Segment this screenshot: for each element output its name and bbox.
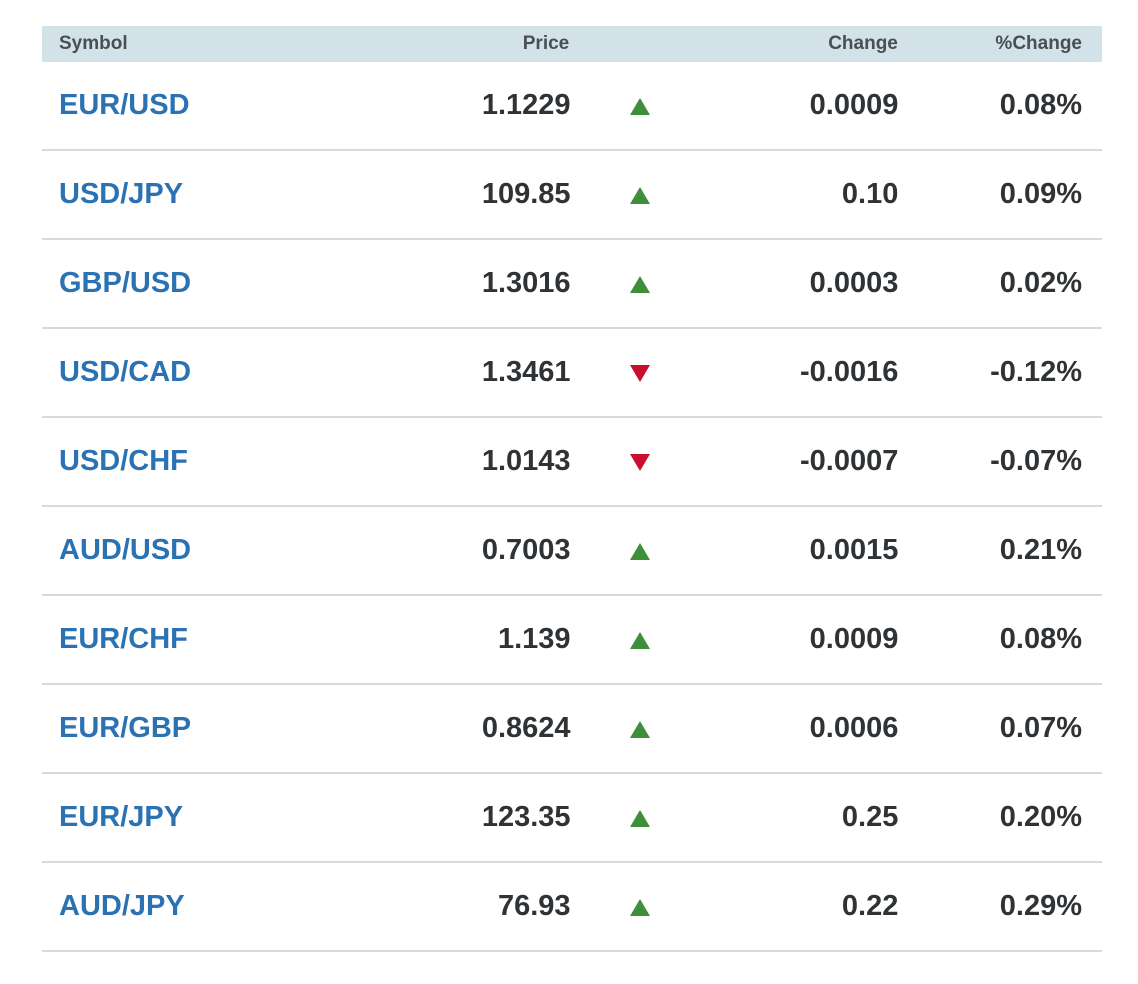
- triangle-up-icon: [629, 631, 650, 649]
- table-row: EUR/JPY 123.35 0.25 0.20%: [42, 774, 1102, 863]
- change-value: 0.0003: [809, 267, 899, 299]
- triangle-up-icon: [629, 542, 650, 560]
- header-symbol: Symbol: [59, 33, 128, 54]
- symbol-link[interactable]: EUR/GBP: [59, 712, 191, 744]
- table-row: EUR/GBP 0.8624 0.0006 0.07%: [42, 685, 1102, 774]
- table-row: USD/CAD 1.3461 -0.0016 -0.12%: [42, 329, 1102, 418]
- table-row: USD/CHF 1.0143 -0.0007 -0.07%: [42, 418, 1102, 507]
- change-value: 0.25: [841, 801, 899, 833]
- header-price: Price: [522, 33, 570, 54]
- change-value: 0.10: [841, 178, 899, 210]
- triangle-up-icon: [629, 898, 650, 916]
- table-row: AUD/JPY 76.93 0.22 0.29%: [42, 863, 1102, 952]
- triangle-up-icon: [629, 97, 650, 115]
- table-header: Symbol Price Change %Change: [42, 26, 1102, 62]
- change-value: 0.22: [841, 890, 899, 922]
- change-value: -0.0016: [800, 356, 899, 388]
- change-value: 0.0015: [809, 534, 899, 566]
- symbol-link[interactable]: USD/JPY: [59, 178, 183, 210]
- price-value: 123.35: [481, 801, 571, 833]
- price-value: 1.139: [497, 623, 571, 655]
- currency-quote-table: Symbol Price Change %Change EUR/USD 1.12…: [42, 26, 1102, 952]
- header-pct-change: %Change: [995, 33, 1082, 54]
- triangle-down-icon: [629, 453, 650, 471]
- header-change: Change: [828, 33, 898, 54]
- pct-change-value: -0.07%: [990, 445, 1083, 477]
- change-value: 0.0009: [809, 89, 899, 121]
- change-value: -0.0007: [800, 445, 899, 477]
- price-value: 109.85: [481, 178, 571, 210]
- triangle-down-icon: [629, 364, 650, 382]
- symbol-link[interactable]: AUD/USD: [59, 534, 191, 566]
- triangle-up-icon: [629, 720, 650, 738]
- price-value: 1.3461: [481, 356, 571, 388]
- pct-change-value: 0.20%: [999, 801, 1083, 833]
- table-row: USD/JPY 109.85 0.10 0.09%: [42, 151, 1102, 240]
- change-value: 0.0009: [809, 623, 899, 655]
- triangle-up-icon: [629, 186, 650, 204]
- price-value: 1.1229: [481, 89, 571, 121]
- symbol-link[interactable]: USD/CHF: [59, 445, 188, 477]
- price-value: 1.3016: [481, 267, 571, 299]
- change-value: 0.0006: [809, 712, 899, 744]
- symbol-link[interactable]: USD/CAD: [59, 356, 191, 388]
- table-row: GBP/USD 1.3016 0.0003 0.02%: [42, 240, 1102, 329]
- symbol-link[interactable]: EUR/CHF: [59, 623, 188, 655]
- symbol-link[interactable]: GBP/USD: [59, 267, 191, 299]
- price-value: 0.8624: [481, 712, 571, 744]
- symbol-link[interactable]: AUD/JPY: [59, 890, 185, 922]
- symbol-link[interactable]: EUR/JPY: [59, 801, 183, 833]
- pct-change-value: 0.07%: [999, 712, 1083, 744]
- pct-change-value: 0.09%: [999, 178, 1083, 210]
- table-row: AUD/USD 0.7003 0.0015 0.21%: [42, 507, 1102, 596]
- pct-change-value: 0.08%: [999, 89, 1083, 121]
- pct-change-value: 0.08%: [999, 623, 1083, 655]
- table-row: EUR/USD 1.1229 0.0009 0.08%: [42, 62, 1102, 151]
- price-value: 1.0143: [481, 445, 571, 477]
- symbol-link[interactable]: EUR/USD: [59, 89, 190, 121]
- price-value: 76.93: [497, 890, 571, 922]
- triangle-up-icon: [629, 275, 650, 293]
- table-row: EUR/CHF 1.139 0.0009 0.08%: [42, 596, 1102, 685]
- pct-change-value: 0.02%: [999, 267, 1083, 299]
- pct-change-value: -0.12%: [990, 356, 1083, 388]
- pct-change-value: 0.21%: [999, 534, 1083, 566]
- price-value: 0.7003: [481, 534, 571, 566]
- pct-change-value: 0.29%: [999, 890, 1083, 922]
- triangle-up-icon: [629, 809, 650, 827]
